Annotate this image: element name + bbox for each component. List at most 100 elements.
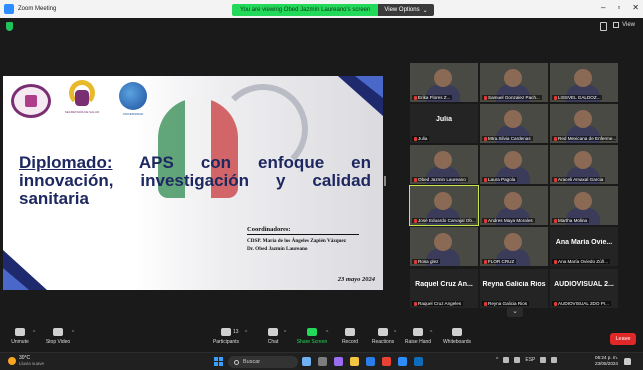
taskbar-pinned-apps (302, 357, 423, 366)
coordinators-block: Coordinadores: CDSP. María de los Ángele… (247, 226, 359, 253)
muted-mic-icon (554, 218, 557, 223)
screen: Zoom Meeting You are viewing Obed Jazmín… (0, 0, 643, 370)
audio-options-caret[interactable]: ^ (33, 330, 35, 336)
chat-app-icon[interactable] (334, 357, 343, 366)
raise-hand-label: Raise Hand (404, 339, 432, 345)
participant-tile[interactable]: Erika Flores Z... (410, 63, 478, 102)
stop-video-label: Stop Video (45, 339, 71, 345)
panel-splitter-handle[interactable] (384, 176, 386, 186)
window-titlebar: Zoom Meeting You are viewing Obed Jazmín… (0, 0, 643, 18)
zoom-taskbar-icon[interactable] (398, 357, 407, 366)
participant-display-name: Raquel Cruz An... (415, 281, 473, 288)
participant-tile[interactable]: Ana María Ovie... Ana María Oviedo Zúñ... (550, 227, 618, 266)
view-options-button[interactable]: View Options ⌄ (378, 4, 434, 16)
onedrive-icon[interactable] (503, 357, 510, 363)
edge-browser-icon[interactable] (366, 357, 375, 366)
view-options-label: View Options (384, 7, 420, 13)
file-explorer-icon[interactable] (350, 357, 359, 366)
institution-logo-2: SECRETARÍA DE SALUD (63, 80, 101, 122)
share-options-caret[interactable]: ^ (326, 330, 328, 336)
muted-mic-icon (554, 95, 557, 100)
participant-name: Laura Pagola (488, 177, 516, 182)
minimize-button[interactable]: – (601, 3, 605, 12)
raise-hand-options-caret[interactable]: ^ (430, 330, 432, 336)
decor-triangle-bottom-light (3, 268, 29, 290)
clock-date: 23/05/2024 (595, 361, 618, 366)
muted-mic-icon (484, 259, 487, 264)
participant-tile[interactable]: Martha Molina (550, 186, 618, 225)
participant-tile[interactable]: FLOR CRUZ (480, 227, 548, 266)
participant-name: FLOR CRUZ (488, 259, 515, 264)
muted-mic-icon (484, 301, 487, 306)
participant-tile[interactable]: Julia Julia (410, 104, 478, 143)
participant-tile[interactable]: Araceli Amaxal Garcia (550, 145, 618, 184)
participant-name-label: José Eduardo Carvajal Ob... (412, 218, 476, 223)
taskbar-search-box[interactable]: Buscar (228, 356, 298, 368)
widgets-app-icon[interactable] (302, 357, 311, 366)
restore-button[interactable]: ▫ (617, 3, 620, 12)
participant-name-label: Andres Maya Morales (482, 218, 535, 223)
reactions-options-caret[interactable]: ^ (394, 330, 396, 336)
microphone-muted-icon (15, 328, 25, 336)
weather-sun-icon (8, 357, 16, 365)
participant-name: Erika Flores Z... (418, 95, 451, 100)
chat-button[interactable]: Chat (253, 328, 293, 345)
participant-name-label: Julia (412, 136, 430, 141)
slide-title-diplomado: Diplomado: (19, 153, 113, 172)
outlook-icon[interactable] (414, 357, 423, 366)
participants-button[interactable]: Participants (206, 328, 246, 345)
muted-mic-icon (554, 136, 557, 141)
participant-tile[interactable]: AUDIOVISUAL 2... AUDIOVISUAL 2DO PI... (550, 269, 618, 308)
participant-tile[interactable]: Andres Maya Morales (480, 186, 548, 225)
tray-overflow-icon[interactable]: ^ (496, 357, 498, 363)
leave-button[interactable]: Leave (610, 333, 636, 345)
volume-icon[interactable] (514, 357, 521, 363)
whiteboards-button[interactable]: Whiteboards (437, 328, 477, 345)
language-indicator[interactable]: ESP (525, 357, 535, 363)
participant-tile[interactable]: Rosa glez (410, 227, 478, 266)
notifications-bell-icon[interactable] (624, 358, 631, 365)
participants-options-caret[interactable]: ^ (245, 330, 247, 336)
video-options-caret[interactable]: ^ (72, 330, 74, 336)
reactions-button[interactable]: Reactions (363, 328, 403, 345)
gallery-next-page-button[interactable]: ⌄ (507, 307, 523, 317)
muted-mic-icon (484, 95, 487, 100)
muted-mic-icon (414, 136, 417, 141)
participant-name: Samuel Gonzalez Pach... (488, 95, 540, 100)
muted-mic-icon (414, 218, 417, 223)
taskbar-clock[interactable]: 05:24 p. m. 23/05/2024 (580, 355, 618, 367)
chrome-browser-icon[interactable] (382, 357, 391, 366)
participant-tile[interactable]: Laura Pagola (480, 145, 548, 184)
coordinators-heading: Coordinadores: (247, 226, 359, 235)
participant-name-label: Obed Jazmin Laureano (412, 177, 468, 182)
share-screen-label: Share Screen (296, 339, 328, 345)
participant-tile[interactable]: Mtra.Silvia Cardenas (480, 104, 548, 143)
speaker-icon[interactable] (551, 357, 558, 363)
weather-widget[interactable]: 30°C Lluvia suave (8, 355, 44, 367)
logo2-caption: SECRETARÍA DE SALUD (64, 110, 100, 114)
speaker-view-icon[interactable] (600, 22, 607, 31)
participant-name-label: Araceli Amaxal Garcia (552, 177, 606, 182)
chat-options-caret[interactable]: ^ (284, 330, 286, 336)
close-button[interactable]: ✕ (632, 3, 639, 12)
muted-mic-icon (414, 301, 417, 306)
record-label: Record (341, 339, 359, 345)
encryption-shield-icon[interactable] (6, 22, 13, 31)
participant-tile[interactable]: José Eduardo Carvajal Ob... (409, 185, 479, 226)
windows-start-icon[interactable] (214, 357, 223, 366)
chat-bubble-icon (268, 328, 278, 336)
muted-mic-icon (414, 95, 417, 100)
participant-tile[interactable]: Red Mexicana de Enferme... (550, 104, 618, 143)
participant-name-label: Erika Flores Z... (412, 95, 453, 100)
view-button[interactable]: View (613, 22, 635, 28)
participant-tile[interactable]: Raquel Cruz An... Raquel Cruz Angeles (410, 269, 478, 308)
unmute-label: Unmute (11, 339, 29, 345)
participant-tile[interactable]: LISSVEL GALDOZ... (550, 63, 618, 102)
participant-tile[interactable]: Obed Jazmin Laureano (410, 145, 478, 184)
participant-tile[interactable]: Reyna Galicia Rios Reyna Galicia Rios (480, 269, 548, 308)
task-view-icon[interactable] (318, 357, 327, 366)
network-icon[interactable] (540, 357, 547, 363)
search-icon (234, 359, 239, 365)
institution-logo-3: UNIVERSIDAD (115, 82, 151, 122)
participant-tile[interactable]: Samuel Gonzalez Pach... (480, 63, 548, 102)
